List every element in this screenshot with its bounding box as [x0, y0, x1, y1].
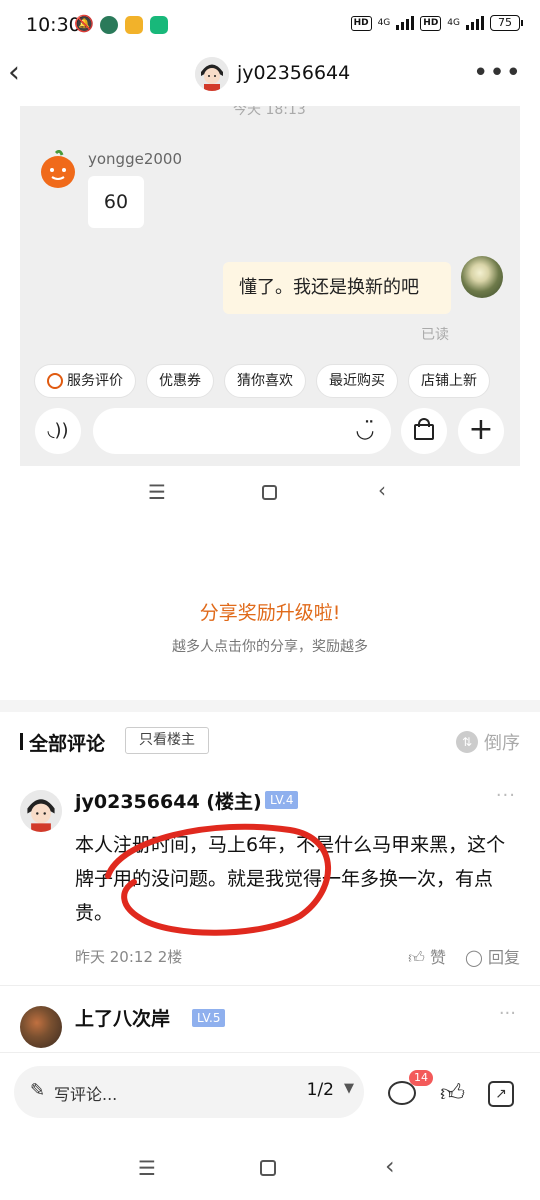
read-status: 已读	[421, 327, 449, 343]
chat-bubble-sent: 懂了。我还是换新的吧	[223, 262, 451, 314]
comment-author-2[interactable]: 上了八次岸	[75, 1004, 170, 1031]
signal-icon	[396, 16, 415, 30]
network-label-2: 4G	[447, 18, 460, 28]
pen-icon: ✎	[30, 1080, 46, 1101]
status-time: 10:30	[26, 14, 81, 36]
plus-icon: +	[458, 408, 504, 454]
chat-bubble-received: 60	[88, 176, 144, 228]
reply-button[interactable]: ◯ 回复	[465, 944, 520, 968]
battery-icon: 75	[490, 15, 523, 31]
sort-button[interactable]: ⇅ 倒序	[456, 729, 520, 755]
signal-icon-2	[466, 16, 484, 30]
write-comment-input[interactable]: ✎ 写评论... 1/2 ▼	[14, 1066, 364, 1118]
recent-apps-button[interactable]: ☰	[138, 1156, 156, 1180]
comment-avatar-2[interactable]	[20, 1006, 62, 1048]
back-icon: ‹	[378, 478, 386, 502]
write-comment-label: 写评论...	[54, 1085, 118, 1104]
share-icon[interactable]: ↗	[488, 1081, 514, 1107]
network-label-1: 4G	[377, 18, 391, 28]
hd-icon: HD	[350, 15, 372, 31]
chip-coupon: 优惠券	[146, 364, 214, 398]
shopping-bag-icon	[401, 408, 447, 454]
system-back-button[interactable]: ‹	[385, 1152, 395, 1180]
chat-input-field	[93, 408, 391, 454]
service-icon	[47, 373, 63, 389]
page-indicator[interactable]: 1/2	[307, 1080, 334, 1100]
status-bar: 10:30 🔕 HD 4G HD 4G 75	[0, 0, 540, 52]
chat-screenshot-image[interactable]: 今天 18:13 yongge2000 60 懂了。我还是换新的吧 已读 服务评…	[20, 106, 520, 466]
avatar[interactable]	[195, 57, 229, 91]
flower-avatar	[461, 256, 503, 298]
status-right-cluster: HD 4G HD 4G 75	[350, 15, 523, 31]
comment-author[interactable]: jy02356644 (楼主)	[75, 787, 262, 814]
app-icon-green	[100, 16, 118, 34]
section-divider	[0, 700, 540, 712]
mascot-avatar	[38, 149, 78, 190]
app-icon-teal	[150, 16, 168, 34]
comment-more-button[interactable]: ···	[496, 785, 516, 806]
app-icon-yellow	[125, 16, 143, 34]
section-marker	[20, 733, 23, 750]
chip-shop-new: 店铺上新	[408, 364, 490, 398]
share-subtitle: 越多人点击你的分享，奖励越多	[172, 639, 368, 655]
caret-down-icon[interactable]: ▼	[344, 1081, 354, 1096]
chip-label: 服务评价	[67, 373, 123, 389]
comment-count-badge: 14	[409, 1070, 433, 1086]
mute-icon: 🔕	[74, 14, 94, 33]
thumbs-up-icon[interactable]: 👍︎	[440, 1079, 465, 1108]
comments-title: 全部评论	[29, 733, 106, 755]
header-username[interactable]: jy02356644	[237, 62, 350, 84]
comment-meta: 昨天 20:12 2楼	[75, 948, 183, 966]
avatar-icon	[195, 57, 229, 91]
screenshot-nav-bar: ☰ ‹	[0, 478, 540, 510]
like-label: 赞	[429, 948, 446, 967]
chip-label: 最近购买	[329, 373, 385, 389]
voice-icon: ◟))	[35, 408, 81, 454]
like-button[interactable]: 👍︎ 赞	[408, 944, 446, 968]
sort-label: 倒序	[484, 733, 520, 754]
level-badge-2: LV.5	[192, 1009, 226, 1027]
chip-label: 猜你喜欢	[237, 373, 293, 389]
hd-icon-2: HD	[420, 15, 442, 31]
quick-chips: 服务评价 优惠券 猜你喜欢 最近购买 店铺上新	[34, 364, 490, 398]
share-title: 分享奖励升级啦!	[199, 602, 341, 624]
home-square-icon	[262, 485, 277, 500]
author-only-filter-button[interactable]: 只看楼主	[125, 727, 209, 754]
menu-icon: ☰	[148, 480, 166, 504]
system-nav-bar: ☰ ‹	[0, 1150, 540, 1200]
more-options-button[interactable]: •••	[473, 58, 522, 88]
emoji-icon: ◡̈	[355, 418, 375, 443]
level-badge: LV.4	[265, 791, 299, 809]
back-button[interactable]: ‹	[8, 56, 38, 90]
home-button[interactable]	[260, 1160, 276, 1176]
comment-avatar[interactable]	[20, 790, 62, 832]
avatar-icon	[20, 790, 62, 832]
red-annotation-circle	[105, 823, 332, 936]
mascot-icon	[41, 149, 75, 188]
chip-label: 优惠券	[159, 373, 201, 389]
reply-label: 回复	[487, 948, 520, 967]
chat-timestamp: 今天 18:13	[233, 106, 306, 118]
comment-more-button-2[interactable]: ···	[499, 1003, 516, 1024]
chip-label: 店铺上新	[421, 373, 477, 389]
chip-recent-purchase: 最近购买	[316, 364, 398, 398]
sort-icon: ⇅	[456, 731, 478, 753]
comment-divider	[0, 985, 540, 986]
chat-sender-name: yongge2000	[88, 150, 183, 168]
bottom-action-bar: ✎ 写评论... 1/2 ▼ 14 👍︎ ↗	[0, 1052, 540, 1142]
chip-guess-you-like: 猜你喜欢	[224, 364, 306, 398]
chip-service-review: 服务评价	[34, 364, 136, 398]
